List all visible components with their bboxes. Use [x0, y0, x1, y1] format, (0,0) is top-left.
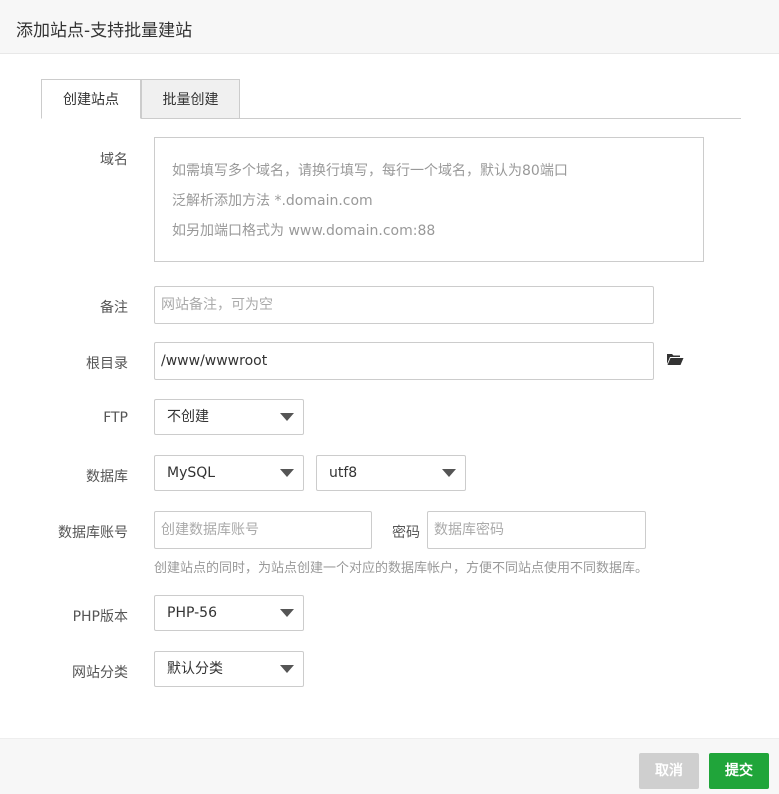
database-charset-select[interactable]: utf8	[316, 455, 466, 491]
domain-textarea[interactable]: 如需填写多个域名，请换行填写，每行一个域名，默认为80端口 泛解析添加方法 *.…	[154, 137, 704, 262]
domain-label: 域名	[100, 152, 128, 168]
cancel-button[interactable]: 取消	[639, 753, 699, 789]
db-password-input[interactable]: 数据库密码	[427, 511, 646, 549]
chevron-down-icon	[442, 469, 456, 477]
php-version-select[interactable]: PHP-56	[154, 595, 304, 631]
ftp-label: FTP	[103, 410, 128, 426]
db-account-hint: 创建站点的同时，为站点创建一个对应的数据库帐户，方便不同站点使用不同数据库。	[154, 561, 649, 576]
chevron-down-icon	[280, 665, 294, 673]
dialog-header: 添加站点-支持批量建站	[0, 0, 779, 54]
site-category-select[interactable]: 默认分类	[154, 651, 304, 687]
database-type-select[interactable]: MySQL	[154, 455, 304, 491]
chevron-down-icon	[280, 469, 294, 477]
domain-placeholder-line: 如另加端口格式为 www.domain.com:88	[172, 223, 436, 239]
tab-batch-create[interactable]: 批量创建	[141, 79, 240, 119]
add-site-dialog: 添加站点-支持批量建站 创建站点 批量创建 域名 如需填写多个域名，请换行填写，…	[0, 0, 779, 794]
dialog-footer: 取消 提交	[0, 738, 779, 794]
chevron-down-icon	[280, 413, 294, 421]
php-version-label: PHP版本	[72, 609, 128, 625]
ftp-select[interactable]: 不创建	[154, 399, 304, 435]
root-dir-value: /www/wwwroot	[161, 353, 268, 369]
remark-placeholder: 网站备注，可为空	[161, 297, 273, 313]
root-dir-label: 根目录	[86, 356, 128, 372]
submit-button[interactable]: 提交	[709, 753, 769, 789]
db-password-placeholder: 数据库密码	[434, 522, 504, 538]
site-category-label: 网站分类	[72, 665, 128, 681]
domain-placeholder-line: 泛解析添加方法 *.domain.com	[172, 193, 373, 209]
remark-input[interactable]: 网站备注，可为空	[154, 286, 654, 324]
dialog-title: 添加站点-支持批量建站	[16, 21, 193, 41]
folder-open-icon[interactable]	[666, 352, 684, 366]
remark-label: 备注	[100, 300, 128, 316]
db-account-label: 数据库账号	[58, 525, 128, 541]
chevron-down-icon	[280, 609, 294, 617]
database-label: 数据库	[86, 469, 128, 485]
tab-bar: 创建站点 批量创建	[41, 79, 741, 119]
db-password-label: 密码	[392, 525, 420, 541]
ftp-select-value: 不创建	[167, 409, 209, 425]
domain-placeholder-line: 如需填写多个域名，请换行填写，每行一个域名，默认为80端口	[172, 163, 568, 179]
root-dir-input[interactable]: /www/wwwroot	[154, 342, 654, 380]
database-type-value: MySQL	[167, 465, 216, 481]
site-category-value: 默认分类	[167, 661, 223, 677]
tab-create-site[interactable]: 创建站点	[41, 79, 141, 119]
database-charset-value: utf8	[329, 465, 358, 481]
php-version-value: PHP-56	[167, 605, 217, 621]
db-account-placeholder: 创建数据库账号	[161, 522, 259, 538]
